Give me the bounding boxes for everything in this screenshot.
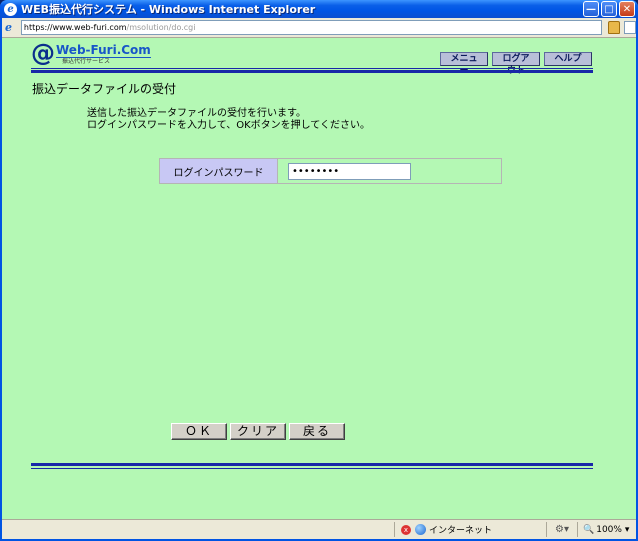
maximize-icon[interactable]: □	[601, 1, 617, 17]
page-ie-icon: e	[5, 20, 12, 34]
password-cell	[278, 159, 501, 183]
action-buttons: ＯＫ クリア 戻る	[171, 423, 345, 440]
title-bar[interactable]: e WEB振込代行システム - Windows Internet Explore…	[0, 0, 638, 18]
footer-divider-thick	[31, 463, 593, 466]
status-separator	[577, 522, 578, 537]
status-text-area	[2, 522, 392, 538]
status-separator	[394, 522, 395, 537]
logout-button[interactable]: ログアウト	[492, 52, 540, 76]
logo-name: Web-Furi.Com	[56, 43, 151, 57]
close-icon[interactable]: ✕	[619, 1, 635, 17]
url-prefix: https://www.	[23, 23, 75, 32]
protected-mode-icon[interactable]: ⚙▾	[549, 524, 575, 535]
page-title: 振込データファイルの受付	[32, 82, 177, 96]
browser-window: e WEB振込代行システム - Windows Internet Explore…	[0, 0, 638, 541]
logo-text: Web-Furi.Com 振込代行サービス	[56, 41, 151, 65]
header-divider-thin	[31, 68, 593, 69]
zoom-control[interactable]: 🔍 100% ▾	[580, 525, 636, 535]
window-controls: — □ ✕	[583, 1, 635, 17]
footer-divider-thin	[31, 468, 593, 469]
password-label: ログインパスワード	[160, 159, 278, 183]
logo-at-mark: @	[31, 39, 55, 67]
status-bar: x インターネット ⚙▾ 🔍 100% ▾	[2, 519, 636, 539]
blocked-content-icon[interactable]: x	[401, 524, 411, 535]
help-button[interactable]: ヘルプ	[544, 52, 592, 66]
header-divider-thick	[31, 70, 593, 73]
status-separator	[546, 522, 547, 537]
clear-button[interactable]: クリア	[230, 423, 286, 440]
url-field[interactable]: https://www.web-furi.com/msolution/do.cg…	[20, 20, 603, 35]
back-button[interactable]: 戻る	[289, 423, 345, 440]
address-bar: e https://www.web-furi.com/msolution/do.…	[2, 18, 636, 38]
instructions-line-1: 送信した振込データファイルの受付を行います。	[87, 108, 306, 119]
ie-logo-icon: e	[4, 2, 17, 16]
security-zone[interactable]: インターネット	[429, 523, 544, 536]
menu-button[interactable]: メニュー	[440, 52, 488, 76]
window-title: WEB振込代行システム - Windows Internet Explorer	[21, 3, 316, 16]
page-icon[interactable]	[624, 21, 636, 34]
logo-subtitle: 振込代行サービス	[56, 57, 151, 65]
instructions: 送信した振込データファイルの受付を行います。 ログインパスワードを入力して、OK…	[87, 108, 370, 132]
page-content: @ Web-Furi.Com 振込代行サービス メニュー ログアウト ヘルプ 振…	[2, 38, 636, 519]
top-navigation: メニュー ログアウト ヘルプ	[440, 52, 592, 76]
password-form-table: ログインパスワード	[159, 158, 502, 184]
minimize-icon[interactable]: —	[583, 1, 599, 17]
site-logo[interactable]: @ Web-Furi.Com 振込代行サービス	[31, 41, 151, 67]
zoom-level: 100%	[596, 524, 622, 535]
zoom-icon: 🔍	[583, 524, 595, 535]
url-host: web-furi.com	[74, 23, 127, 32]
url-path: /msolution/do.cgi	[126, 23, 196, 32]
internet-zone-icon	[415, 524, 426, 535]
password-input[interactable]	[288, 162, 411, 180]
lock-icon[interactable]	[608, 21, 621, 34]
instructions-line-2: ログインパスワードを入力して、OKボタンを押してください。	[87, 120, 371, 131]
ok-button[interactable]: ＯＫ	[171, 423, 227, 440]
